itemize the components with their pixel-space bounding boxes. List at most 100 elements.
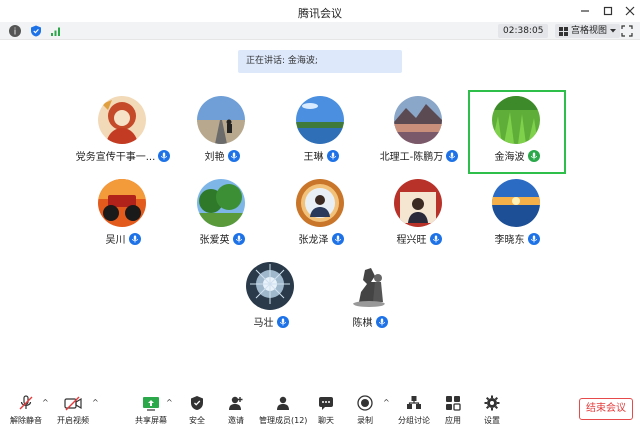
- microphone-speaking-icon: [527, 149, 540, 162]
- start-video-label: 开启视频: [57, 416, 89, 425]
- avatar: [98, 179, 146, 227]
- participant-name: 马壮: [253, 318, 274, 329]
- settings-button[interactable]: 设置: [483, 394, 501, 426]
- window-title: 腾讯会议: [298, 7, 342, 20]
- shield-icon[interactable]: [30, 25, 42, 37]
- participant-name: 北理工-陈鹏万: [379, 152, 444, 163]
- participant-tile[interactable]: 张爱英: [173, 173, 271, 257]
- avatar-trees-icon: [197, 179, 245, 227]
- apps-button[interactable]: 应用: [444, 394, 462, 426]
- minimize-icon: [581, 10, 589, 12]
- manage-members-label: 管理成员(12): [259, 416, 308, 425]
- avatar: [246, 262, 294, 310]
- start-video-button[interactable]: 开启视频: [57, 394, 89, 426]
- grid-view-icon: [559, 26, 568, 36]
- microphone-icon: [227, 149, 240, 162]
- chat-icon: [317, 394, 335, 412]
- participant-tile[interactable]: 吴川: [74, 173, 172, 257]
- participant-name: 李晓东: [494, 235, 525, 246]
- participant-name: 刘艳: [204, 152, 225, 163]
- security-button[interactable]: 安全: [188, 394, 206, 426]
- unmute-button[interactable]: 解除静音: [10, 394, 42, 426]
- participant-tile[interactable]: 程兴旺: [370, 173, 468, 257]
- record-icon: [356, 394, 374, 412]
- close-icon: [625, 6, 635, 16]
- avatar: [394, 179, 442, 227]
- avatar: [394, 96, 442, 144]
- chat-label: 聊天: [318, 416, 334, 425]
- avatar: [492, 179, 540, 227]
- info-icon[interactable]: i: [9, 25, 21, 38]
- microphone-icon: [331, 232, 344, 245]
- shield-icon: [188, 394, 206, 412]
- participant-tile[interactable]: 北理工-陈鹏万: [370, 90, 468, 174]
- avatar-portrait-red-icon: [98, 96, 146, 144]
- meeting-info-strip: i 02:38:05 宫格视图: [0, 22, 640, 40]
- avatar: [296, 96, 344, 144]
- microphone-icon: [326, 149, 339, 162]
- bottom-toolbar: 解除静音 ^ 开启视频 ^ 共享屏幕 ^ 安全 邀请 管理成员(12) 聊天 录…: [0, 390, 640, 426]
- microphone-icon: [128, 232, 141, 245]
- breakout-rooms-icon: [405, 394, 423, 412]
- end-meeting-button[interactable]: 结束会议: [579, 398, 633, 420]
- security-label: 安全: [189, 416, 205, 425]
- chevron-up-icon[interactable]: ^: [42, 398, 49, 407]
- participant-tile[interactable]: 王琳: [272, 90, 370, 174]
- participant-tile[interactable]: 陈棋: [321, 256, 419, 340]
- avatar-mountain-lake-icon: [394, 96, 442, 144]
- apps-icon: [444, 394, 462, 412]
- avatar-monster-truck-icon: [98, 179, 146, 227]
- chevron-up-icon[interactable]: ^: [383, 398, 390, 407]
- settings-label: 设置: [484, 416, 500, 425]
- participant-name: 张龙泽: [298, 235, 329, 246]
- title-bar: 腾讯会议: [0, 0, 640, 22]
- view-mode-label: 宫格视图: [571, 26, 608, 36]
- participant-name: 吴川: [105, 235, 126, 246]
- apps-label: 应用: [445, 416, 461, 425]
- participant-tile[interactable]: 刘艳: [173, 90, 271, 174]
- gear-icon: [483, 394, 501, 412]
- share-screen-button[interactable]: 共享屏幕: [135, 394, 167, 426]
- avatar: [492, 96, 540, 144]
- chevron-down-icon: [610, 29, 617, 33]
- fullscreen-icon[interactable]: [621, 25, 633, 37]
- signal-icon[interactable]: [50, 25, 62, 37]
- participant-tile[interactable]: 马壮: [222, 256, 320, 340]
- camera-off-icon: [64, 394, 82, 412]
- invite-button[interactable]: 邀请: [227, 394, 245, 426]
- avatar: [197, 96, 245, 144]
- avatar-lake-icon: [296, 96, 344, 144]
- participant-name: 金海波: [494, 152, 525, 163]
- microphone-icon: [276, 315, 289, 328]
- breakout-label: 分组讨论: [398, 416, 430, 425]
- breakout-button[interactable]: 分组讨论: [398, 394, 430, 426]
- maximize-icon: [603, 6, 613, 16]
- participant-tile[interactable]: 党务宣传干事一...: [74, 90, 172, 174]
- participant-name: 张爱英: [199, 235, 230, 246]
- chevron-up-icon[interactable]: ^: [92, 398, 99, 407]
- members-icon: [274, 394, 292, 412]
- microphone-icon: [158, 149, 171, 162]
- microphone-icon: [527, 232, 540, 245]
- share-screen-icon: [142, 394, 160, 412]
- participant-tile-active[interactable]: 金海波: [468, 90, 566, 174]
- avatar-road-icon: [197, 96, 245, 144]
- participant-tile[interactable]: 李晓东: [468, 173, 566, 257]
- chat-button[interactable]: 聊天: [317, 394, 335, 426]
- record-button[interactable]: 录制: [356, 394, 374, 426]
- microphone-icon: [429, 232, 442, 245]
- manage-members-button[interactable]: 管理成员(12): [259, 394, 307, 426]
- avatar: [197, 179, 245, 227]
- minimize-button[interactable]: [576, 3, 594, 19]
- view-mode-dropdown[interactable]: 宫格视图: [555, 24, 621, 38]
- close-button[interactable]: [621, 3, 639, 19]
- record-label: 录制: [357, 416, 373, 425]
- participant-tile[interactable]: 张龙泽: [272, 173, 370, 257]
- share-screen-label: 共享屏幕: [135, 416, 167, 425]
- microphone-icon: [232, 232, 245, 245]
- maximize-button[interactable]: [599, 3, 617, 19]
- avatar-splash-icon: [246, 262, 294, 310]
- avatar: [98, 96, 146, 144]
- avatar: [296, 179, 344, 227]
- chevron-up-icon[interactable]: ^: [166, 398, 173, 407]
